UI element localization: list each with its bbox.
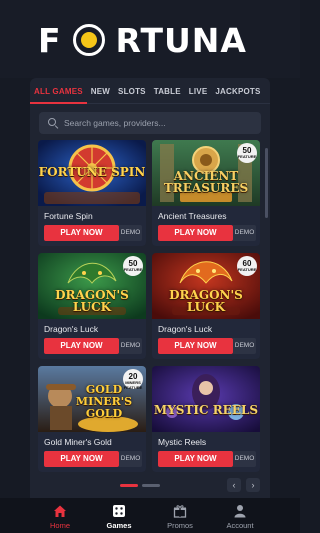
search-input[interactable] bbox=[64, 118, 254, 128]
tab-jackpots[interactable]: JACKPOTS bbox=[211, 80, 264, 104]
pager-dot-active[interactable] bbox=[120, 484, 138, 487]
game-card-dragons-luck-red[interactable]: 60 FEATURE Dragon's Luck Dragon's Luck PL… bbox=[152, 253, 260, 359]
nav-games-label: Games bbox=[106, 521, 132, 530]
demo-button[interactable]: DEMO bbox=[233, 225, 256, 241]
search-icon bbox=[48, 118, 58, 128]
pager-dot[interactable] bbox=[142, 484, 160, 487]
mystic-reels-art bbox=[152, 366, 260, 432]
logo-text-left: F bbox=[38, 20, 62, 60]
game-thumbnail[interactable]: 60 FEATURE Dragon's Luck bbox=[152, 253, 260, 319]
game-thumbnail[interactable]: 50 FEATURE Dragon's Luck bbox=[38, 253, 146, 319]
game-art-title: Ancient Treasures bbox=[163, 169, 249, 195]
nav-account[interactable]: Account bbox=[210, 498, 270, 533]
game-card-gold-miners-gold[interactable]: 20 MINERS FEATURE Gold Miner's Gold Gold … bbox=[38, 366, 146, 472]
demo-button[interactable]: DEMO bbox=[233, 338, 256, 354]
search-bar[interactable] bbox=[39, 112, 261, 134]
game-name: Dragon's Luck bbox=[44, 324, 99, 334]
game-card-mystic-reels[interactable]: Mystic Reels Mystic Reels PLAY NOW DEMO bbox=[152, 366, 260, 472]
nav-promos-label: Promos bbox=[167, 521, 193, 530]
category-tabs: ALL GAMES NEW SLOTS TABLE LIVE JACKPOTS bbox=[30, 80, 270, 104]
app-header: F RTUNA bbox=[0, 0, 300, 78]
game-card-ancient-treasures[interactable]: 50 FEATURE Ancient Treasures Ancient Trea… bbox=[152, 140, 260, 246]
nav-account-label: Account bbox=[226, 521, 254, 530]
game-thumbnail[interactable]: Mystic Reels bbox=[152, 366, 260, 432]
nav-games[interactable]: Games bbox=[89, 498, 149, 533]
next-page-button[interactable]: › bbox=[246, 478, 260, 492]
game-name: Mystic Reels bbox=[158, 437, 207, 447]
feature-badge: 60 FEATURE bbox=[237, 256, 257, 276]
nav-promos[interactable]: Promos bbox=[150, 498, 210, 533]
grid-scrollbar[interactable] bbox=[265, 148, 268, 218]
gift-icon bbox=[173, 505, 187, 518]
play-now-button[interactable]: PLAY NOW bbox=[158, 338, 233, 354]
game-art-title: Fortune Spin bbox=[38, 165, 146, 179]
play-now-button[interactable]: PLAY NOW bbox=[44, 225, 119, 241]
game-art-title: Gold Miner's Gold bbox=[75, 383, 133, 420]
game-art-title: Dragon's Luck bbox=[169, 288, 243, 314]
home-icon bbox=[54, 505, 66, 517]
bottom-navigation: Home Games Promos Account bbox=[0, 498, 300, 533]
nav-home-label: Home bbox=[49, 521, 70, 530]
game-name: Dragon's Luck bbox=[158, 324, 213, 334]
game-thumbnail[interactable]: 50 FEATURE Ancient Treasures bbox=[152, 140, 260, 206]
game-thumbnail[interactable]: Fortune Spin bbox=[38, 140, 146, 206]
logo-coin-icon bbox=[72, 24, 105, 56]
fortuna-logo[interactable]: F RTUNA bbox=[38, 20, 247, 60]
game-name: Fortune Spin bbox=[44, 211, 93, 221]
game-card-dragons-luck-green[interactable]: 50 FEATURE Dragon's Luck Dragon's Luck PL… bbox=[38, 253, 146, 359]
tab-all-games[interactable]: ALL GAMES bbox=[30, 80, 87, 104]
demo-button[interactable]: DEMO bbox=[119, 338, 142, 354]
nav-home[interactable]: Home bbox=[30, 498, 90, 533]
feature-badge: 50 FEATURE bbox=[123, 256, 143, 276]
demo-button[interactable]: DEMO bbox=[119, 451, 142, 467]
play-now-button[interactable]: PLAY NOW bbox=[44, 451, 119, 467]
game-name: Gold Miner's Gold bbox=[44, 437, 112, 447]
tab-live[interactable]: LIVE bbox=[185, 80, 212, 104]
tab-new[interactable]: NEW bbox=[87, 80, 114, 104]
game-art-title: Dragon's Luck bbox=[55, 288, 129, 314]
feature-badge: 50 FEATURE bbox=[237, 143, 257, 163]
demo-button[interactable]: DEMO bbox=[233, 451, 256, 467]
tab-table[interactable]: TABLE bbox=[150, 80, 185, 104]
play-now-button[interactable]: PLAY NOW bbox=[158, 225, 233, 241]
play-now-button[interactable]: PLAY NOW bbox=[44, 338, 119, 354]
game-card-fortune-spin[interactable]: Fortune Spin Fortune Spin PLAY NOW DEMO bbox=[38, 140, 146, 246]
user-icon bbox=[234, 505, 246, 518]
games-icon bbox=[113, 505, 125, 517]
game-thumbnail[interactable]: 20 MINERS FEATURE Gold Miner's Gold bbox=[38, 366, 146, 432]
play-now-button[interactable]: PLAY NOW bbox=[158, 451, 233, 467]
game-art-title: Mystic Reels bbox=[153, 403, 259, 417]
demo-button[interactable]: DEMO bbox=[119, 225, 142, 241]
prev-page-button[interactable]: ‹ bbox=[227, 478, 241, 492]
tab-slots[interactable]: SLOTS bbox=[114, 80, 150, 104]
game-name: Ancient Treasures bbox=[158, 211, 227, 221]
logo-text-right: RTUNA bbox=[115, 20, 247, 60]
pager-dots bbox=[120, 484, 160, 487]
